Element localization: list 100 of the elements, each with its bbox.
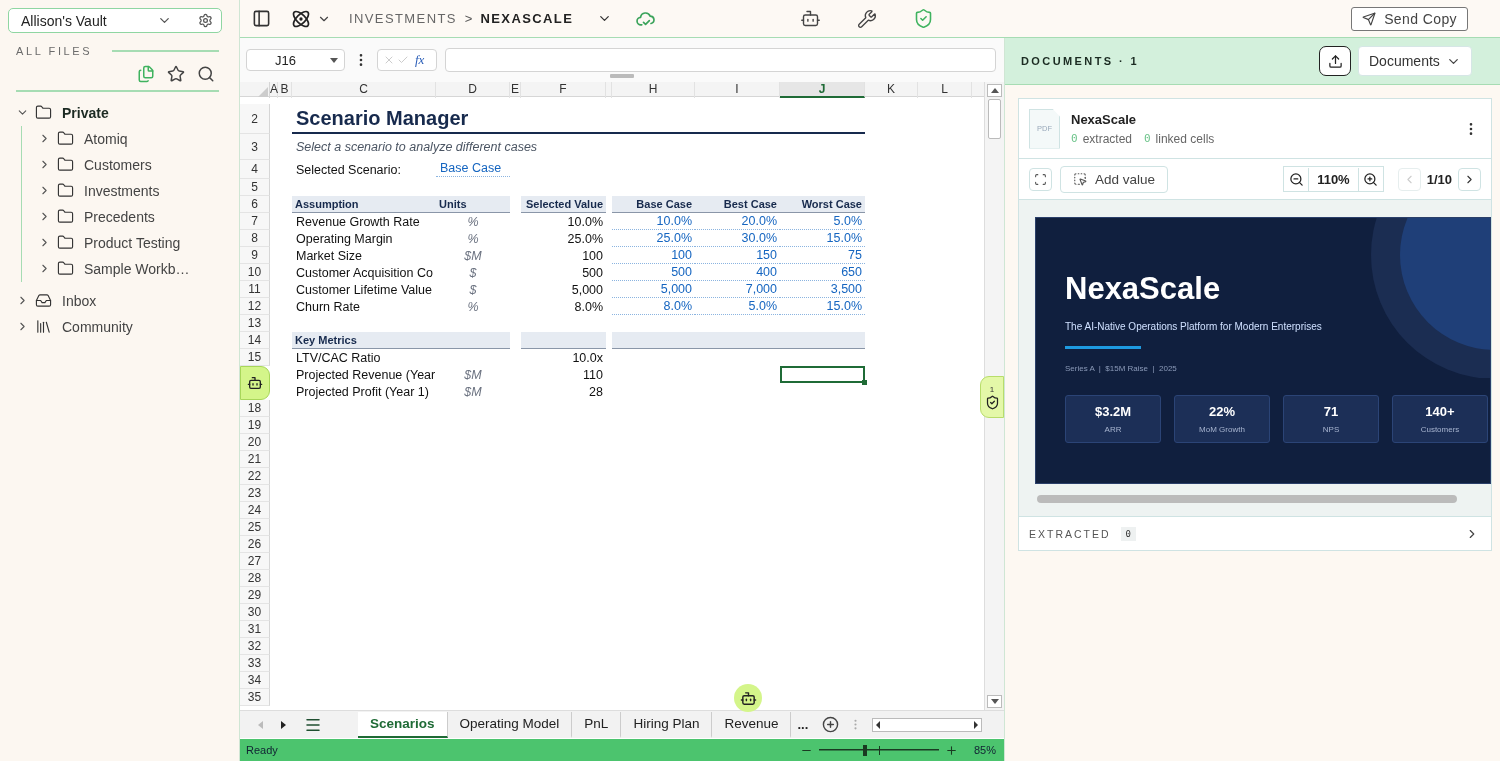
column-header[interactable]: D — [436, 82, 510, 98]
input-cell[interactable]: 650 — [780, 264, 865, 281]
column-header[interactable]: E — [510, 82, 521, 98]
sidebar-toggle-icon[interactable] — [252, 9, 271, 28]
tree-item[interactable]: Customers — [84, 156, 152, 173]
add-sheet-icon[interactable] — [822, 716, 840, 733]
row-header[interactable]: 4 — [240, 160, 270, 179]
scroll-up-button[interactable] — [987, 84, 1002, 97]
input-cell[interactable]: 5,000 — [612, 281, 695, 298]
row-header[interactable]: 7 — [240, 213, 270, 230]
triangle-down-icon[interactable] — [990, 699, 999, 704]
input-cell[interactable]: 8.0% — [612, 298, 695, 315]
row-header[interactable]: 6 — [240, 196, 270, 213]
tree-item[interactable]: Product Testing — [84, 234, 181, 251]
sheet-tab[interactable]: PnL — [572, 711, 622, 738]
input-cell[interactable]: 500 — [612, 264, 695, 281]
column-header[interactable]: J — [780, 82, 865, 98]
input-cell[interactable]: 100 — [612, 247, 695, 264]
row-header[interactable]: 21 — [240, 451, 270, 468]
scenario-dropdown[interactable]: Base Case — [436, 160, 510, 177]
selected-cell[interactable] — [780, 366, 865, 383]
row-header[interactable]: 33 — [240, 655, 270, 672]
horizontal-scrollbar[interactable] — [872, 717, 983, 732]
column-header[interactable]: F — [521, 82, 606, 98]
formula-input[interactable] — [445, 48, 996, 72]
input-cell[interactable]: 25.0% — [612, 230, 695, 247]
row-header[interactable]: 2 — [240, 104, 270, 134]
column-header[interactable]: H — [612, 82, 695, 98]
row-header[interactable]: 10 — [240, 264, 270, 281]
row-header[interactable]: 26 — [240, 536, 270, 553]
row-header[interactable]: 29 — [240, 587, 270, 604]
name-box[interactable]: J16 — [246, 49, 345, 71]
caret-icon[interactable] — [330, 57, 338, 63]
tree-item[interactable]: Inbox — [62, 292, 97, 309]
documents-dropdown[interactable]: Documents — [1358, 46, 1472, 76]
row-header[interactable]: 24 — [240, 502, 270, 519]
column-header[interactable]: C — [292, 82, 436, 98]
shield-check-icon[interactable] — [913, 8, 934, 29]
input-cell[interactable]: 10.0% — [612, 213, 695, 230]
upload-button[interactable] — [1319, 46, 1351, 76]
sheet-tab[interactable]: Scenarios — [358, 711, 448, 738]
vault-select[interactable]: Allison's Vault — [8, 8, 222, 33]
column-header[interactable]: A — [270, 82, 278, 98]
more-tabs-button[interactable]: ... — [791, 717, 815, 732]
input-cell[interactable]: 20.0% — [695, 213, 780, 230]
triangle-up-icon[interactable] — [990, 88, 999, 93]
sheet-tab[interactable]: Revenue — [712, 711, 792, 738]
search-icon[interactable] — [197, 65, 215, 83]
row-header[interactable]: 20 — [240, 434, 270, 451]
sheet-tab[interactable]: Operating Model — [447, 711, 573, 738]
send-copy-button[interactable]: Send Copy — [1351, 6, 1468, 31]
row-header[interactable]: 27 — [240, 553, 270, 570]
breadcrumb-item[interactable]: INVESTMENTS — [349, 11, 457, 26]
review-button[interactable]: 1 — [980, 376, 1004, 418]
horizontal-scrollbar[interactable] — [1037, 495, 1457, 503]
row-header[interactable]: 31 — [240, 621, 270, 638]
row-header[interactable]: 19 — [240, 417, 270, 434]
file-name[interactable]: NexaScale — [1071, 111, 1452, 127]
row-header[interactable]: 22 — [240, 468, 270, 485]
row-header[interactable]: 18 — [240, 400, 270, 417]
tree-item[interactable]: Precedents — [84, 208, 155, 225]
input-cell[interactable]: 15.0% — [780, 298, 865, 315]
tree-item[interactable]: Atomiq — [84, 130, 128, 147]
robot-icon[interactable] — [800, 8, 821, 29]
scrollbar-thumb[interactable] — [988, 99, 1001, 139]
zoom-in-icon[interactable] — [944, 743, 958, 757]
check-icon[interactable] — [397, 54, 409, 66]
column-header[interactable]: K — [865, 82, 918, 98]
input-cell[interactable]: 150 — [695, 247, 780, 264]
row-header[interactable]: 13 — [240, 315, 270, 332]
row-header[interactable]: 11 — [240, 281, 270, 298]
add-value-button[interactable]: Add value — [1060, 165, 1169, 193]
row-header[interactable]: 23 — [240, 485, 270, 502]
assistant-button[interactable] — [240, 366, 270, 400]
breadcrumb-item[interactable]: NEXASCALE — [480, 11, 574, 26]
input-cell[interactable]: 7,000 — [695, 281, 780, 298]
star-icon[interactable] — [167, 65, 185, 83]
row-header[interactable]: 35 — [240, 689, 270, 706]
row-header[interactable]: 15 — [240, 349, 270, 366]
row-header[interactable]: 5 — [240, 179, 270, 196]
function-button[interactable]: fx — [415, 52, 425, 68]
tree-item[interactable]: Private — [62, 104, 109, 121]
row-header[interactable]: 3 — [240, 134, 270, 160]
settings-icon[interactable] — [198, 13, 213, 28]
row-header[interactable]: 8 — [240, 230, 270, 247]
row-header[interactable]: 34 — [240, 672, 270, 689]
row-header[interactable]: 25 — [240, 519, 270, 536]
input-cell[interactable]: 3,500 — [780, 281, 865, 298]
input-cell[interactable]: 400 — [695, 264, 780, 281]
wrench-icon[interactable] — [857, 8, 877, 29]
tree-item[interactable]: Investments — [84, 182, 160, 199]
row-header[interactable]: 12 — [240, 298, 270, 315]
row-header[interactable]: 14 — [240, 332, 270, 349]
sheet-tab[interactable]: Hiring Plan — [621, 711, 713, 738]
input-cell[interactable]: 30.0% — [695, 230, 780, 247]
tree-item[interactable]: Sample Workb… — [84, 260, 190, 277]
assistant-button[interactable] — [734, 684, 762, 712]
scroll-down-button[interactable] — [987, 695, 1002, 708]
input-cell[interactable]: 5.0% — [780, 213, 865, 230]
input-cell[interactable]: 5.0% — [695, 298, 780, 315]
